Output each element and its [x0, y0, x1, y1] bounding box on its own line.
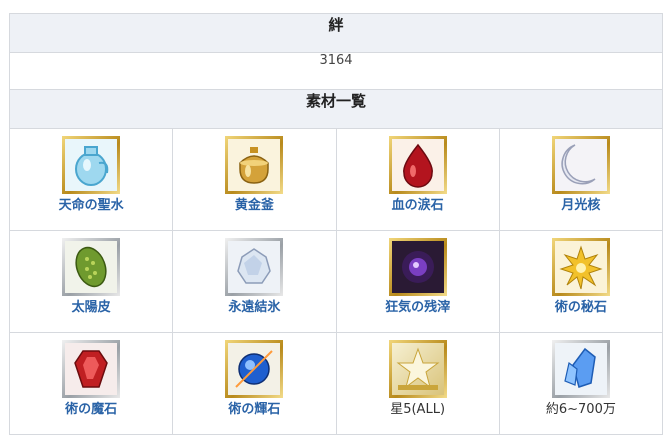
material-cell[interactable]: 血の涙石 [335, 128, 500, 231]
material-cell[interactable]: 黄金釜 [172, 128, 337, 231]
servant-material-panel: 絆 3164 素材一覧 天命の聖水 黄金釜 血の涙石 月光核 太陽皮 永遠結氷 … [8, 13, 664, 435]
magic-secret-gem-icon[interactable] [551, 238, 610, 296]
material-label[interactable]: 太陽皮 [10, 300, 172, 316]
material-cell[interactable]: 永遠結氷 [172, 230, 337, 333]
material-label[interactable]: 永遠結氷 [173, 300, 335, 316]
material-table: 絆 3164 素材一覧 天命の聖水 黄金釜 血の涙石 月光核 太陽皮 永遠結氷 … [8, 13, 664, 435]
material-label: 星5(ALL) [390, 402, 446, 417]
golden-cauldron-icon[interactable] [225, 136, 284, 194]
material-label[interactable]: 術の輝石 [173, 402, 335, 418]
material-label: 約6~700万 [545, 402, 616, 417]
material-label[interactable]: 術の魔石 [10, 402, 172, 418]
material-cell[interactable]: 月光核 [498, 128, 664, 231]
material-cell[interactable]: 星5(ALL) [335, 332, 500, 435]
holy-water-vase-icon[interactable] [62, 136, 121, 194]
bond-value: 3164 [9, 52, 663, 90]
material-label[interactable]: 血の涙石 [337, 198, 499, 214]
material-label[interactable]: 狂気の残滓 [337, 300, 499, 316]
magic-magic-gem-icon[interactable] [62, 340, 121, 398]
material-cell[interactable]: 太陽皮 [8, 230, 174, 333]
madness-remnant-icon[interactable] [388, 238, 447, 296]
material-cell[interactable]: 術の輝石 [172, 332, 337, 435]
bond-header: 絆 [9, 13, 663, 53]
moonlight-core-icon[interactable] [551, 136, 610, 194]
material-label[interactable]: 黄金釜 [173, 198, 335, 214]
material-label[interactable]: 術の秘石 [500, 300, 662, 316]
sun-skin-icon[interactable] [62, 238, 121, 296]
material-cell[interactable]: 約6~700万 [498, 332, 664, 435]
materials-header: 素材一覧 [9, 89, 663, 129]
material-cell[interactable]: 術の魔石 [8, 332, 174, 435]
material-cell[interactable]: 術の秘石 [498, 230, 664, 333]
material-cell[interactable]: 天命の聖水 [8, 128, 174, 231]
blood-tear-stone-icon[interactable] [388, 136, 447, 194]
material-label[interactable]: 天命の聖水 [10, 198, 172, 214]
eternal-ice-icon[interactable] [225, 238, 284, 296]
star5-craft-essence-icon[interactable] [388, 340, 447, 398]
material-cell[interactable]: 狂気の残滓 [335, 230, 500, 333]
material-label[interactable]: 月光核 [500, 198, 662, 214]
magic-gem-icon[interactable] [225, 340, 284, 398]
qp-crystal-icon[interactable] [551, 340, 610, 398]
